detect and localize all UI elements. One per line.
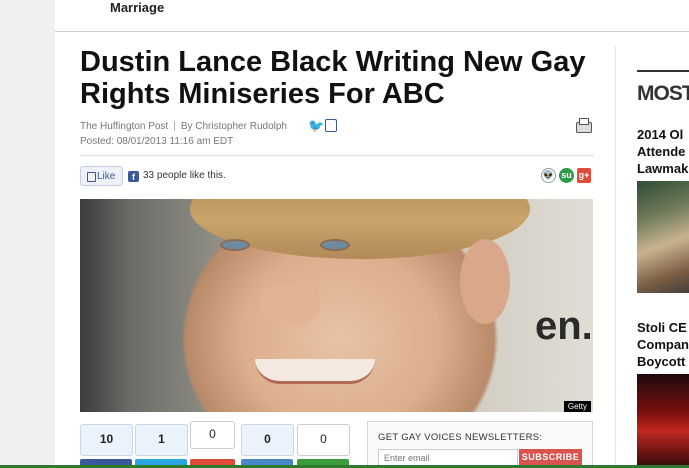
thumbs-up-icon (87, 172, 96, 182)
article-headline: Dustin Lance Black Writing New Gay Right… (80, 46, 586, 110)
newsletter-title: GET GAY VOICES NEWSLETTERS: (378, 432, 543, 443)
email-field[interactable] (378, 449, 518, 466)
sidebar-story-1[interactable]: 2014 Ol Attende Lawmak (637, 126, 689, 177)
subscribe-button[interactable]: SUBSCRIBE (519, 449, 582, 465)
like-count-text: 33 people like this. (143, 170, 226, 181)
sidebar-rule (637, 70, 689, 72)
nav-item-marriage[interactable]: Marriage (110, 0, 164, 15)
share-count-twitter[interactable]: 1 (135, 424, 188, 456)
print-icon[interactable] (576, 118, 592, 133)
share-count-linkedin[interactable]: 0 (241, 424, 294, 456)
sidebar-heading: MOST (637, 82, 689, 105)
reddit-icon[interactable]: 👽 (541, 168, 556, 183)
source-link[interactable]: The Huffington Post (80, 121, 168, 132)
twitter-icon[interactable]: 🐦 (308, 118, 324, 134)
google-plus-icon[interactable]: g+ (577, 168, 591, 183)
facebook-like-icon[interactable] (325, 119, 337, 132)
photo-credit: Getty (563, 401, 591, 412)
facebook-icon: f (128, 171, 139, 182)
divider (80, 155, 593, 156)
sidebar-story-2[interactable]: Stoli CE Compan Boycott (637, 319, 689, 370)
share-count-google[interactable]: 0 (190, 421, 235, 449)
posted-date: Posted: 08/01/2013 11:16 am EDT (80, 136, 234, 147)
sidebar-story-2-image[interactable] (637, 374, 689, 468)
like-label: Like (97, 171, 116, 182)
stumbleupon-icon[interactable]: su (559, 168, 574, 183)
facebook-like-count: f 33 people like this. (128, 170, 226, 182)
nav-divider (55, 31, 689, 32)
column-divider (615, 46, 616, 468)
article-photo: en.o Getty (80, 199, 593, 412)
facebook-like-button[interactable]: Like (80, 166, 123, 186)
share-count-facebook[interactable]: 10 (80, 424, 133, 456)
sidebar-story-1-image[interactable] (637, 181, 689, 293)
share-count-email[interactable]: 0 (297, 424, 350, 456)
newsletter-signup: GET GAY VOICES NEWSLETTERS: SUBSCRIBE (367, 421, 593, 468)
author-link[interactable]: By Christopher Rudolph (181, 121, 287, 132)
page: Marriage Dustin Lance Black Writing New … (55, 0, 689, 468)
byline: The Huffington Post | By Christopher Rudol… (80, 121, 287, 132)
